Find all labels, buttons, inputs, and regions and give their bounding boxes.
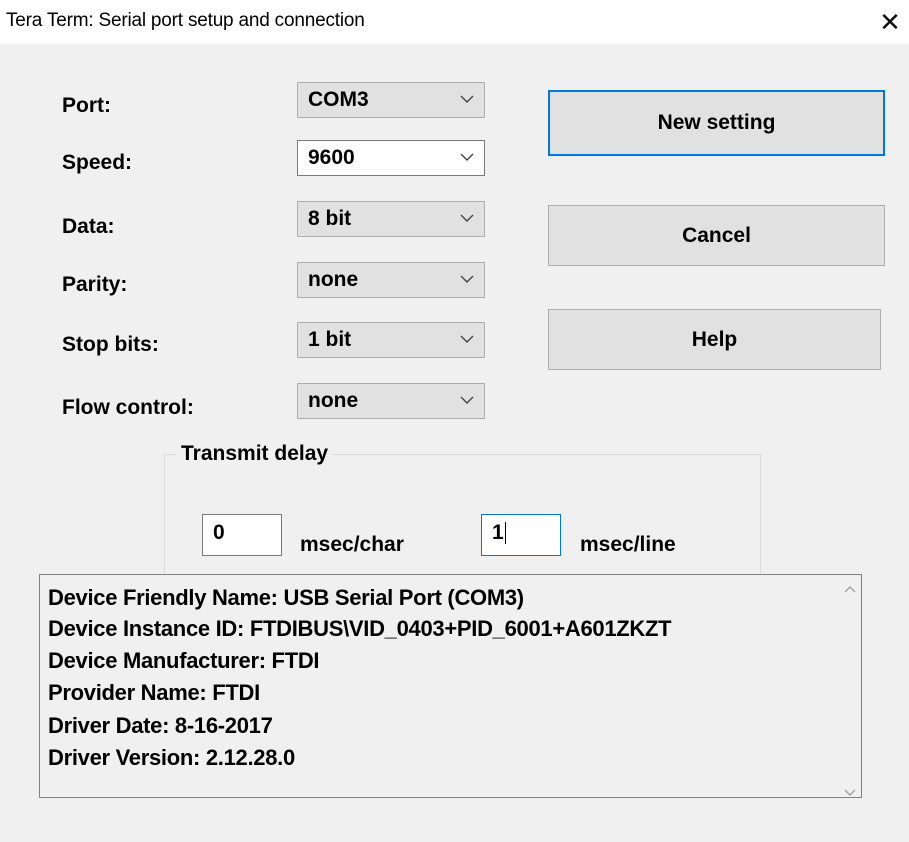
msec-per-line-value: 1 [492,521,504,544]
chevron-down-icon [460,396,474,404]
device-instance-id: Device Instance ID: FTDIBUS\VID_0403+PID… [48,616,672,641]
data-value: 8 bit [308,207,352,230]
parity-value: none [308,268,359,291]
transmit-delay-legend: Transmit delay [181,442,329,465]
driver-date: Driver Date: 8-16-2017 [48,713,273,738]
driver-version: Driver Version: 2.12.28.0 [48,745,295,770]
flow-control-value: none [308,389,359,412]
stop-bits-select[interactable]: 1 bit [297,322,485,358]
port-select[interactable]: COM3 [297,82,485,118]
help-button[interactable]: Help [548,309,881,370]
flow-control-label: Flow control: [62,396,194,419]
speed-value: 9600 [308,146,355,169]
new-setting-button[interactable]: New setting [548,90,885,156]
chevron-down-icon [460,95,474,103]
stop-bits-value: 1 bit [308,328,352,351]
msec-per-char-value: 0 [213,521,225,544]
close-button[interactable]: ✕ [874,6,906,38]
data-select[interactable]: 8 bit [297,201,485,237]
stop-bits-label: Stop bits: [62,333,159,356]
speed-select[interactable]: 9600 [297,140,485,176]
scroll-up-arrow-icon[interactable] [844,585,856,593]
device-friendly-name: Device Friendly Name: USB Serial Port (C… [48,585,524,610]
scroll-down-arrow-icon[interactable] [844,789,856,797]
title-bar: Tera Term: Serial port setup and connect… [0,0,909,44]
text-caret [504,522,506,545]
cancel-button[interactable]: Cancel [548,205,885,266]
flow-control-select[interactable]: none [297,383,485,419]
chevron-down-icon [460,153,474,161]
msec-per-line-unit: msec/line [580,533,676,556]
provider-name: Provider Name: FTDI [48,680,260,705]
device-manufacturer: Device Manufacturer: FTDI [48,648,320,673]
device-info-box[interactable]: Device Friendly Name: USB Serial Port (C… [39,574,862,798]
port-value: COM3 [308,88,369,111]
port-label: Port: [62,94,111,117]
window-title: Tera Term: Serial port setup and connect… [6,10,365,31]
chevron-down-icon [460,214,474,222]
chevron-down-icon [460,335,474,343]
data-label: Data: [62,215,115,238]
parity-select[interactable]: none [297,262,485,298]
parity-label: Parity: [62,273,128,296]
chevron-down-icon [460,275,474,283]
speed-label: Speed: [62,151,133,174]
msec-per-char-input[interactable]: 0 [202,514,282,556]
msec-per-line-input[interactable]: 1 [481,514,561,556]
close-icon: ✕ [879,7,901,37]
msec-per-char-unit: msec/char [300,533,404,556]
